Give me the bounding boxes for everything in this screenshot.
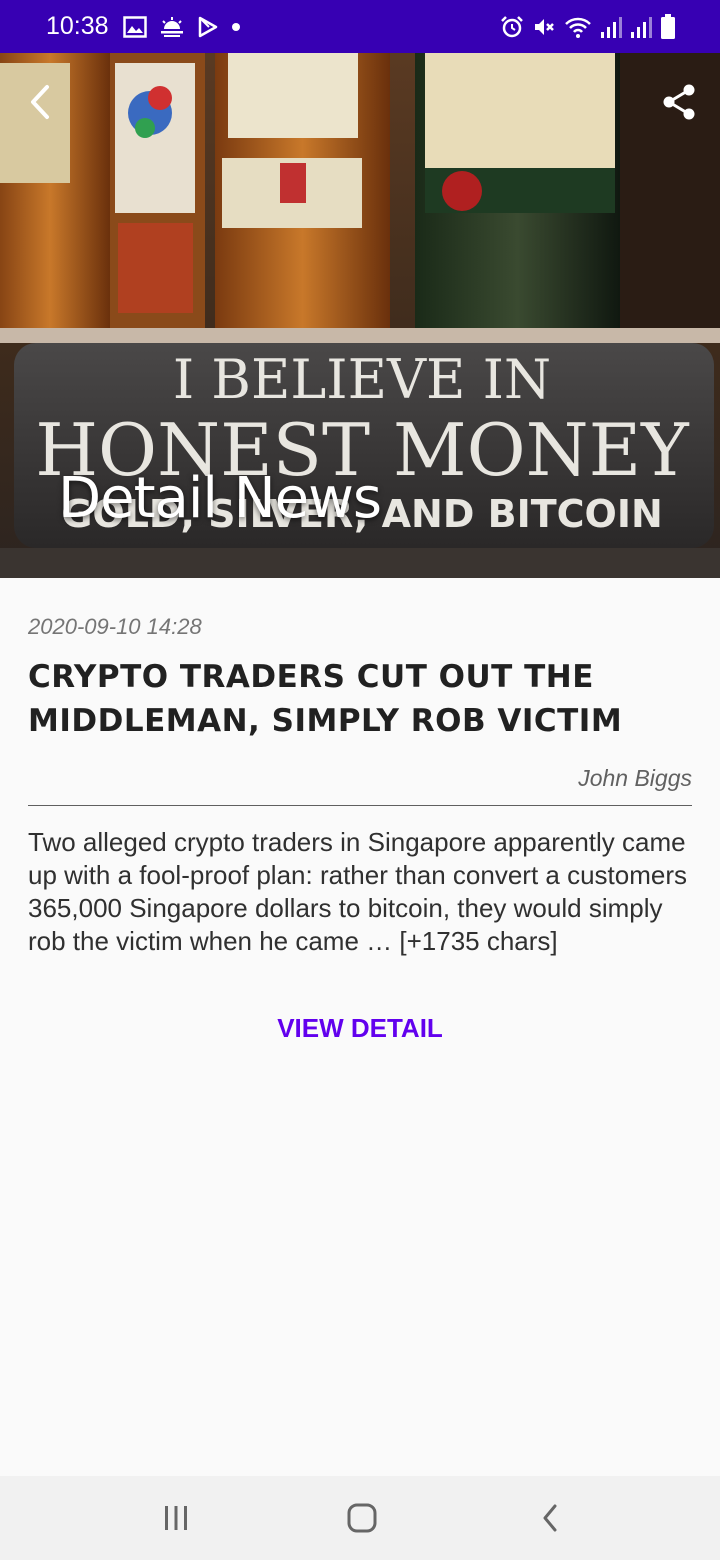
divider bbox=[28, 805, 692, 806]
status-right-icons bbox=[500, 13, 676, 40]
news-image: I BELIEVE IN HONEST MONEY GOLD, SILVER, … bbox=[0, 53, 720, 578]
alarm-icon bbox=[500, 15, 524, 39]
home-button[interactable] bbox=[332, 1494, 392, 1542]
sign-line-1: I BELIEVE IN bbox=[173, 348, 551, 411]
article-description: Two alleged crypto traders in Singapore … bbox=[28, 827, 688, 956]
weather-icon bbox=[159, 16, 185, 37]
status-bar: 10:38 bbox=[0, 0, 720, 53]
system-back-button[interactable] bbox=[520, 1494, 580, 1542]
mute-icon bbox=[532, 15, 556, 39]
wifi-icon bbox=[564, 15, 592, 39]
play-store-icon bbox=[197, 16, 219, 38]
gallery-icon bbox=[122, 15, 147, 38]
home-icon bbox=[347, 1503, 377, 1533]
share-button[interactable] bbox=[656, 79, 702, 125]
recent-apps-icon bbox=[165, 1506, 187, 1530]
back-button[interactable] bbox=[18, 79, 62, 125]
signal-icon bbox=[600, 15, 622, 39]
view-detail-button[interactable]: VIEW DETAIL bbox=[0, 1010, 720, 1046]
dot-icon bbox=[231, 22, 241, 32]
status-left-icons bbox=[122, 15, 241, 38]
share-icon bbox=[663, 84, 695, 120]
article-date: 2020-09-10 14:28 bbox=[28, 614, 202, 639]
battery-icon bbox=[660, 13, 676, 40]
navigation-bar bbox=[0, 1476, 720, 1560]
back-icon bbox=[543, 1504, 557, 1532]
article-title: CRYPTO TRADERS CUT OUT THE MIDDLEMAN, SI… bbox=[28, 659, 623, 739]
article-author: John Biggs bbox=[578, 765, 692, 791]
chevron-left-icon bbox=[31, 85, 49, 119]
article-content: 2020-09-10 14:28 CRYPTO TRADERS CUT OUT … bbox=[28, 578, 692, 958]
recent-apps-button[interactable] bbox=[146, 1494, 206, 1542]
page-title: Detail News bbox=[58, 466, 382, 531]
status-time: 10:38 bbox=[46, 12, 109, 40]
signal-icon bbox=[630, 15, 652, 39]
detail-news-screen: 10:38 I BELIEVE IN HONEST MONEY GOLD, SI… bbox=[0, 0, 720, 1560]
